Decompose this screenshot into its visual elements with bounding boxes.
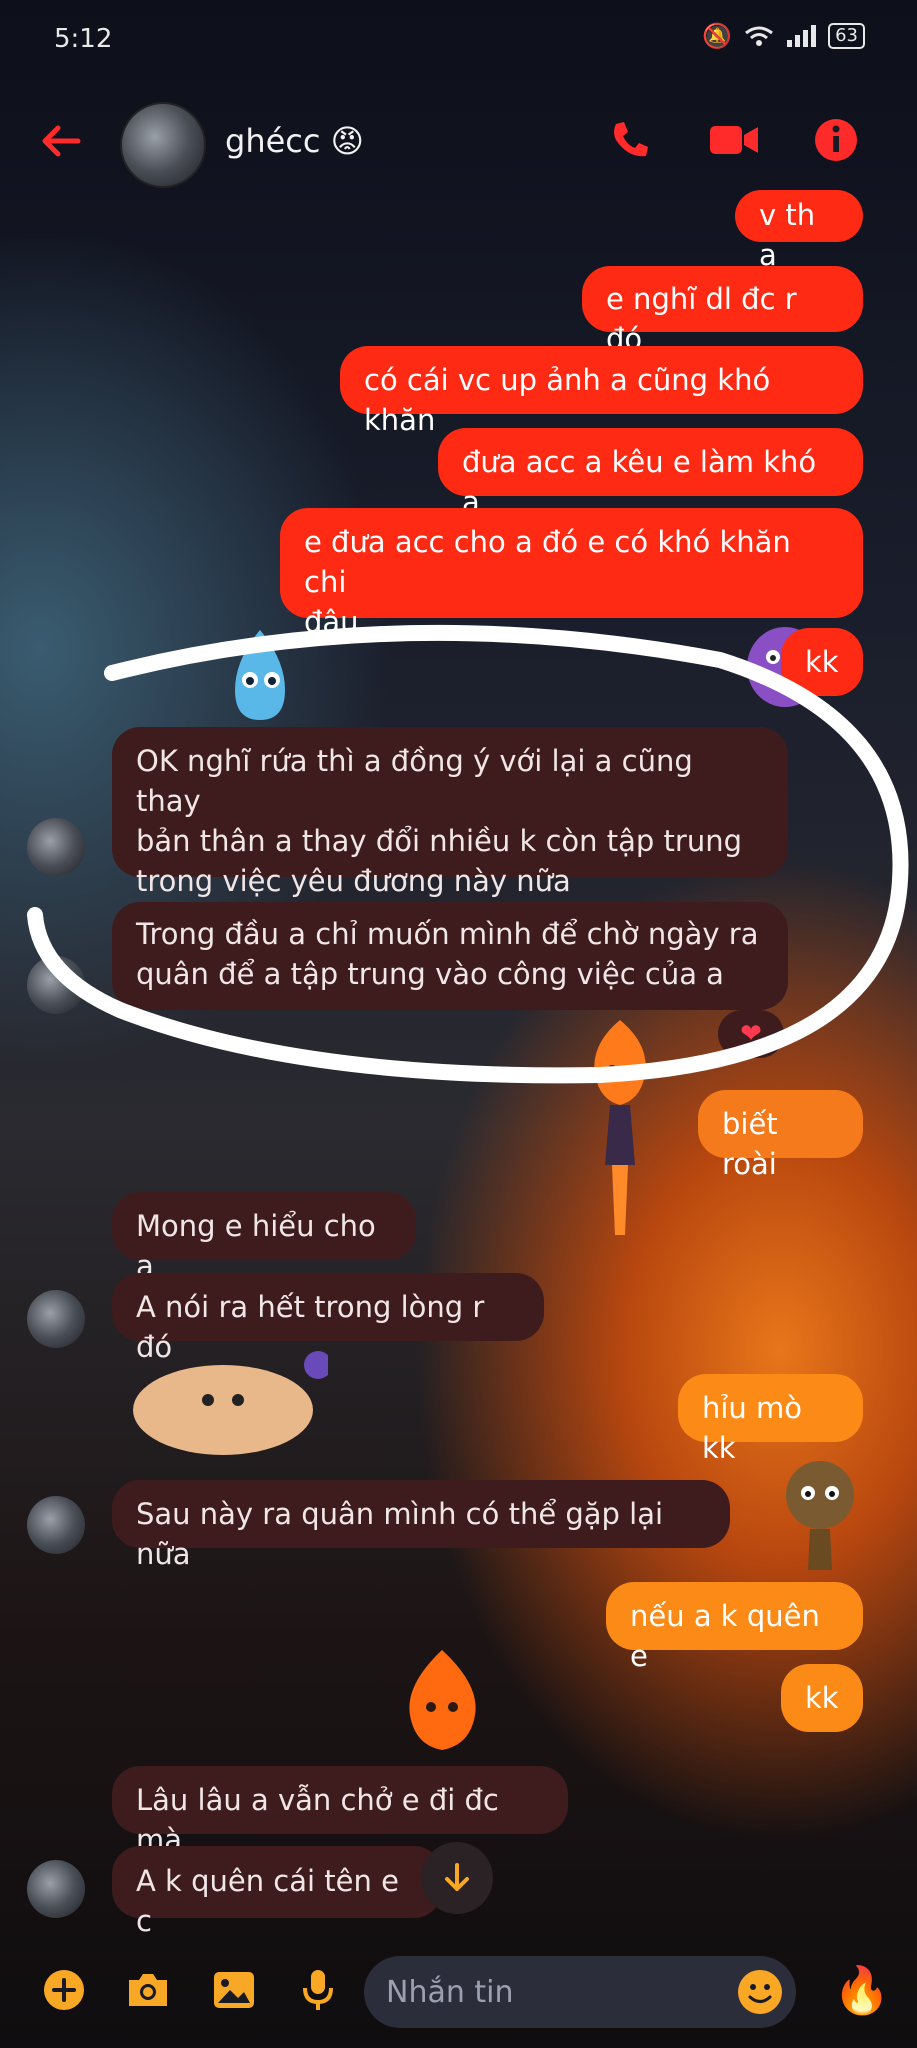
info-icon[interactable] — [808, 112, 864, 168]
status-time: 5:12 — [54, 24, 113, 54]
contact-avatar-small[interactable] — [27, 956, 85, 1014]
angry-emoji: 😡 — [330, 122, 364, 160]
incoming-message[interactable]: OK nghĩ rứa thì a đồng ý với lại a cũng … — [112, 727, 788, 898]
outgoing-message[interactable]: có cái vc up ảnh a cũng khó khăn — [340, 346, 863, 437]
back-arrow-icon[interactable] — [38, 118, 88, 164]
small-fire-character-sticker — [409, 1650, 476, 1750]
outgoing-message[interactable]: biết roài — [698, 1090, 863, 1181]
camera-icon[interactable] — [120, 1962, 176, 2018]
mute-icon: 🔕 — [702, 22, 733, 50]
incoming-message[interactable]: Trong đầu a chỉ muốn mình để chờ ngày ra… — [112, 902, 788, 1010]
wood-character-sticker — [786, 1461, 854, 1570]
video-call-icon[interactable] — [706, 112, 762, 168]
microphone-icon[interactable] — [290, 1962, 346, 2018]
outgoing-message[interactable]: nếu a k quên e — [606, 1582, 863, 1673]
signal-icon — [787, 25, 817, 47]
emoji-picker-icon[interactable] — [734, 1966, 786, 2018]
scroll-to-bottom-button[interactable] — [421, 1842, 493, 1914]
message-input[interactable] — [364, 1956, 796, 2028]
wifi-icon — [745, 26, 774, 46]
incoming-message[interactable]: A k quên cái tên e c — [112, 1846, 442, 1938]
arrow-down-icon — [445, 1863, 469, 1891]
fire-character-sticker — [594, 1020, 646, 1235]
gallery-icon[interactable] — [206, 1962, 262, 2018]
incoming-message[interactable]: Mong e hiểu cho a — [112, 1192, 416, 1283]
contact-name[interactable]: ghécc 😡 — [225, 122, 364, 160]
heart-reaction[interactable]: ❤ — [718, 1010, 784, 1058]
outgoing-message[interactable]: kk — [781, 628, 863, 696]
incoming-message[interactable]: A nói ra hết trong lòng r đó — [112, 1273, 544, 1364]
outgoing-message[interactable]: e nghĩ dl đc r đó — [582, 266, 863, 356]
battery-icon: 63 — [828, 23, 865, 49]
phone-call-icon[interactable] — [602, 112, 658, 168]
contact-avatar-small[interactable] — [27, 818, 85, 876]
incoming-message[interactable]: Sau này ra quân mình có thể gặp lại nữa — [112, 1480, 730, 1571]
contact-avatar-small[interactable] — [27, 1860, 85, 1918]
outgoing-message[interactable]: đưa acc a kêu e làm khó a — [438, 428, 863, 519]
outgoing-message[interactable]: e đưa acc cho a đó e có khó khăn chi đâu — [280, 508, 863, 639]
outgoing-message[interactable]: hỉu mò kk — [678, 1374, 863, 1465]
contact-avatar-small[interactable] — [27, 1496, 85, 1554]
plus-icon[interactable] — [36, 1962, 92, 2018]
conversation-header: ghécc 😡 — [0, 92, 917, 192]
contact-avatar-small[interactable] — [27, 1290, 85, 1348]
incoming-message[interactable]: Lâu lâu a vẫn chở e đi đc mà — [112, 1766, 568, 1857]
contact-avatar[interactable] — [120, 102, 206, 188]
cloud-character-sticker — [133, 1351, 328, 1455]
fire-quick-reaction-button[interactable]: 🔥 — [832, 1962, 892, 2018]
status-bar: 5:12 🔕 63 — [0, 0, 917, 80]
water-character-sticker — [235, 630, 285, 720]
outgoing-message[interactable]: kk — [781, 1664, 863, 1732]
message-composer: 🔥 — [0, 1940, 917, 2048]
status-icons: 🔕 63 — [702, 22, 865, 50]
outgoing-message[interactable]: v th a — [735, 190, 863, 272]
